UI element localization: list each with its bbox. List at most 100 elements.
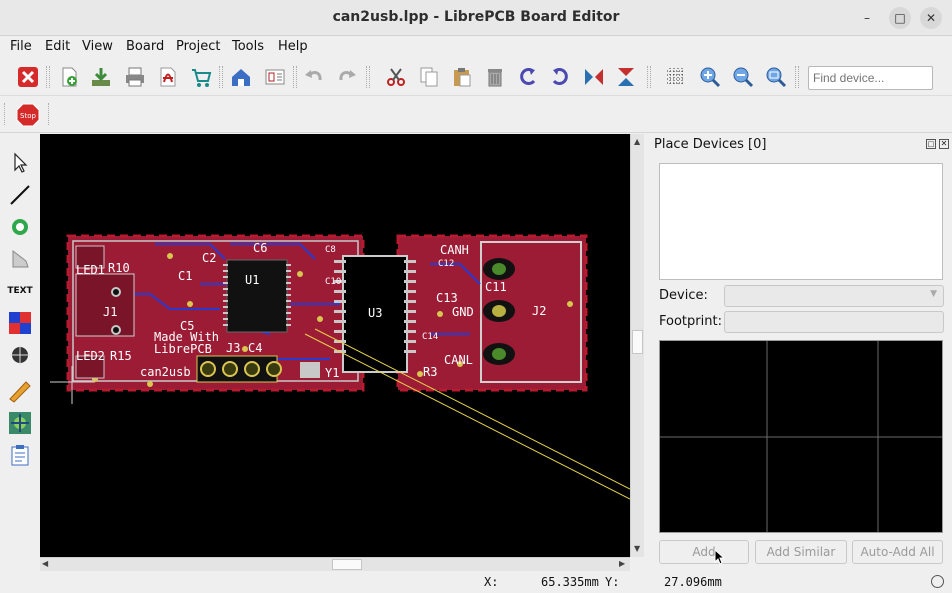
paste-icon[interactable] [449, 64, 475, 90]
chevron-down-icon: ▼ [930, 289, 937, 299]
j3-pads [196, 355, 282, 383]
add-plane-icon[interactable] [7, 310, 33, 336]
export-pdf-icon[interactable] [155, 64, 181, 90]
u1-package [226, 259, 288, 333]
title-bar: can2usb.lpp - LibrePCB Board Editor – □ … [0, 0, 952, 36]
design-rule-check-icon[interactable] [7, 410, 33, 436]
zoom-all-icon[interactable] [763, 64, 789, 90]
device-list[interactable] [659, 163, 943, 280]
redo-icon[interactable] [334, 64, 360, 90]
close-project-icon[interactable] [15, 64, 41, 90]
cursor-x-label: X: [484, 575, 499, 589]
label-c1: C1 [178, 269, 192, 283]
footprint-label: Footprint: [659, 314, 722, 329]
cursor-x-value: 65.335mm [541, 575, 599, 589]
horizontal-scroll-thumb[interactable] [332, 559, 362, 570]
label-j2: J2 [532, 304, 546, 318]
zoom-in-icon[interactable] [697, 64, 723, 90]
flip-horizontal-icon[interactable] [581, 64, 607, 90]
device-label: Device: [659, 288, 708, 303]
label-canl: CANL [444, 353, 473, 367]
add-hole-icon[interactable] [7, 342, 33, 368]
j2-pads [483, 258, 515, 365]
float-dock-icon[interactable]: □ [926, 139, 936, 149]
label-canh: CANH [440, 243, 469, 257]
menu-tools[interactable]: Tools [232, 39, 264, 54]
delete-icon[interactable] [482, 64, 508, 90]
status-bar: X: 65.335mm Y: 27.096mm [0, 571, 952, 593]
draw-trace-icon[interactable] [7, 182, 33, 208]
menu-help[interactable]: Help [278, 39, 308, 54]
find-device-input[interactable] [808, 66, 933, 90]
place-devices-panel: Place Devices [0] □ ✕ Device: ▼ Footprin… [648, 134, 952, 571]
command-toolbar: Stop [0, 97, 952, 133]
scroll-up-icon[interactable]: ▲ [634, 137, 640, 146]
label-r15: R15 [110, 349, 132, 363]
label-c2: C2 [202, 251, 216, 265]
close-dock-icon[interactable]: ✕ [939, 139, 949, 149]
zoom-out-icon[interactable] [730, 64, 756, 90]
label-y1: Y1 [325, 366, 339, 380]
label-can2usb: can2usb [140, 365, 191, 379]
svg-text:Stop: Stop [20, 112, 36, 120]
menu-bar: File Edit View Board Project Tools Help [0, 36, 952, 58]
maximize-button[interactable]: □ [889, 7, 911, 29]
add-similar-button[interactable]: Add Similar [755, 540, 847, 564]
menu-project[interactable]: Project [176, 39, 220, 54]
rotate-ccw-icon[interactable] [515, 64, 541, 90]
rotate-cw-icon[interactable] [547, 64, 573, 90]
menu-file[interactable]: File [10, 39, 32, 54]
scroll-right-icon[interactable]: ▶ [619, 559, 625, 568]
footprint-combobox[interactable] [724, 311, 944, 333]
order-pcb-icon[interactable] [188, 64, 214, 90]
label-led1: LED1 [76, 263, 105, 277]
flip-vertical-icon[interactable] [613, 64, 639, 90]
add-button[interactable]: Add [659, 540, 749, 564]
stop-icon[interactable]: Stop [15, 102, 41, 128]
app-window: can2usb.lpp - LibrePCB Board Editor – □ … [0, 0, 952, 593]
label-gnd: GND [452, 305, 474, 319]
cut-icon[interactable] [383, 64, 409, 90]
label-u1: U1 [245, 273, 259, 287]
footprint-preview [659, 340, 943, 533]
draw-polygon-icon[interactable] [7, 246, 33, 272]
main-toolbar [0, 58, 952, 96]
label-u3: U3 [368, 306, 382, 320]
schematic-editor-icon[interactable] [262, 64, 288, 90]
device-combobox[interactable]: ▼ [724, 285, 944, 307]
close-window-button[interactable]: ✕ [920, 7, 942, 29]
label-c8: C8 [325, 245, 336, 255]
board-setup-icon[interactable] [7, 442, 33, 468]
save-icon[interactable] [88, 64, 114, 90]
print-icon[interactable] [122, 64, 148, 90]
preview-grid [660, 341, 942, 532]
canvas-horizontal-scrollbar[interactable]: ◀ ▶ [40, 557, 630, 571]
grid-icon[interactable] [663, 64, 689, 90]
auto-add-all-button[interactable]: Auto-Add All [852, 540, 943, 564]
mouse-pointer-icon [714, 548, 726, 569]
measure-icon[interactable] [7, 378, 33, 404]
minimize-button[interactable]: – [856, 7, 878, 29]
scroll-left-icon[interactable]: ◀ [42, 559, 48, 568]
pcb-layout: LED1 R10 C2 C1 C6 U1 J1 C5 Made With Lib… [50, 234, 630, 500]
vertical-scroll-thumb[interactable] [632, 330, 643, 354]
control-panel-icon[interactable] [228, 64, 254, 90]
label-j1: J1 [103, 305, 117, 319]
menu-view[interactable]: View [82, 39, 113, 54]
new-sheet-icon[interactable] [56, 64, 82, 90]
add-via-icon[interactable] [7, 214, 33, 240]
menu-board[interactable]: Board [126, 39, 164, 54]
canvas-vertical-scrollbar[interactable]: ▲ ▼ [630, 134, 644, 557]
board-canvas[interactable]: LED1 R10 C2 C1 C6 U1 J1 C5 Made With Lib… [40, 134, 630, 557]
tools-toolbar: TEXT [0, 134, 38, 571]
select-icon[interactable] [7, 150, 33, 176]
label-c12: C12 [438, 259, 454, 269]
add-text-tool[interactable]: TEXT [7, 278, 33, 304]
label-j3: J3 [226, 341, 240, 355]
copy-icon[interactable] [416, 64, 442, 90]
y1-pad [300, 362, 320, 378]
label-led2: LED2 [76, 349, 105, 363]
scroll-down-icon[interactable]: ▼ [634, 544, 640, 553]
undo-icon[interactable] [301, 64, 327, 90]
menu-edit[interactable]: Edit [45, 39, 70, 54]
